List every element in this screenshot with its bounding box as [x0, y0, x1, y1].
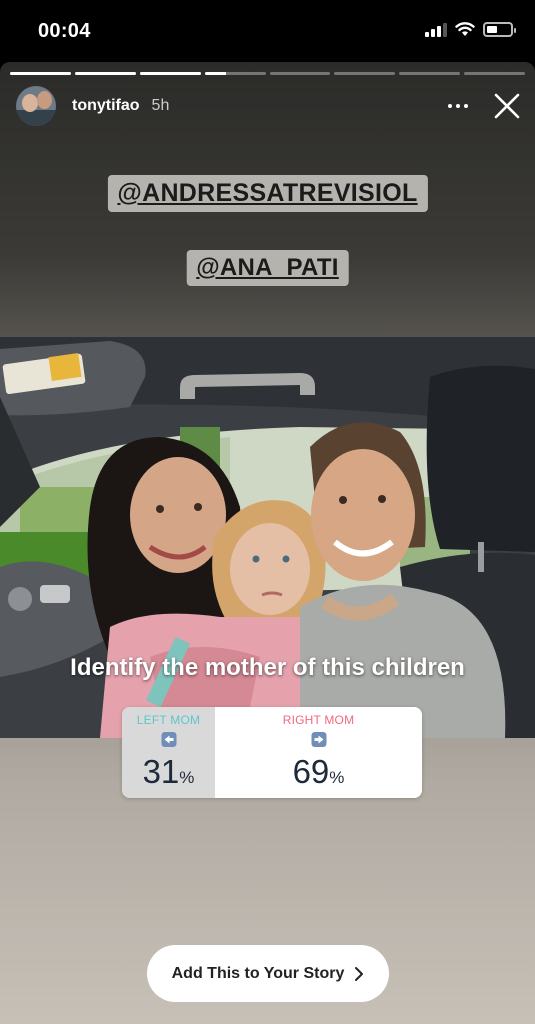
more-options-icon[interactable] — [445, 94, 471, 118]
story-header: tonytifao 5h — [16, 86, 523, 126]
status-time: 00:04 — [38, 20, 91, 42]
poll-option-percent: 69% — [292, 753, 345, 790]
progress-segment — [269, 72, 331, 75]
left-arrow-emoji-icon — [161, 732, 176, 747]
battery-icon — [483, 22, 516, 37]
progress-segment — [10, 72, 71, 75]
progress-segment-current — [204, 72, 266, 75]
poll-option-label: LEFT MOM — [136, 713, 201, 727]
mention-sticker-2[interactable]: @ANA_PATI — [186, 250, 349, 286]
add-to-story-button[interactable]: Add This to Your Story — [147, 945, 389, 1002]
mention-sticker-1[interactable]: @ANDRESSATREVISIOL — [107, 175, 428, 212]
status-icons — [425, 22, 516, 37]
poll-option-label: RIGHT MOM — [282, 713, 355, 727]
add-to-story-label: Add This to Your Story — [171, 964, 345, 982]
wifi-icon — [455, 22, 475, 36]
progress-segment — [399, 72, 461, 75]
avatar[interactable] — [16, 86, 56, 126]
cellular-signal-icon — [425, 22, 447, 37]
status-bar: 00:04 — [0, 0, 535, 62]
progress-segment — [139, 72, 201, 75]
story-time-ago: 5h — [151, 97, 170, 114]
poll-sticker: LEFT MOM 31% RIGHT MOM 69% — [122, 707, 422, 798]
poll-option-left[interactable]: LEFT MOM 31% — [122, 707, 215, 798]
right-arrow-emoji-icon — [311, 732, 326, 747]
close-icon[interactable] — [491, 90, 523, 122]
poll-option-percent: 31% — [142, 753, 195, 790]
poll-option-right[interactable]: RIGHT MOM 69% — [215, 707, 422, 798]
story-viewer[interactable]: tonytifao 5h @ANDRESSATREVISIOL @ANA_PAT… — [0, 62, 535, 1024]
username[interactable]: tonytifao — [72, 97, 140, 115]
story-caption: Identify the mother of this children — [70, 654, 465, 681]
progress-segment — [74, 72, 136, 75]
story-progress-bar — [10, 72, 525, 75]
progress-segment — [464, 72, 525, 75]
progress-segment — [334, 72, 396, 75]
chevron-right-icon — [355, 966, 364, 981]
